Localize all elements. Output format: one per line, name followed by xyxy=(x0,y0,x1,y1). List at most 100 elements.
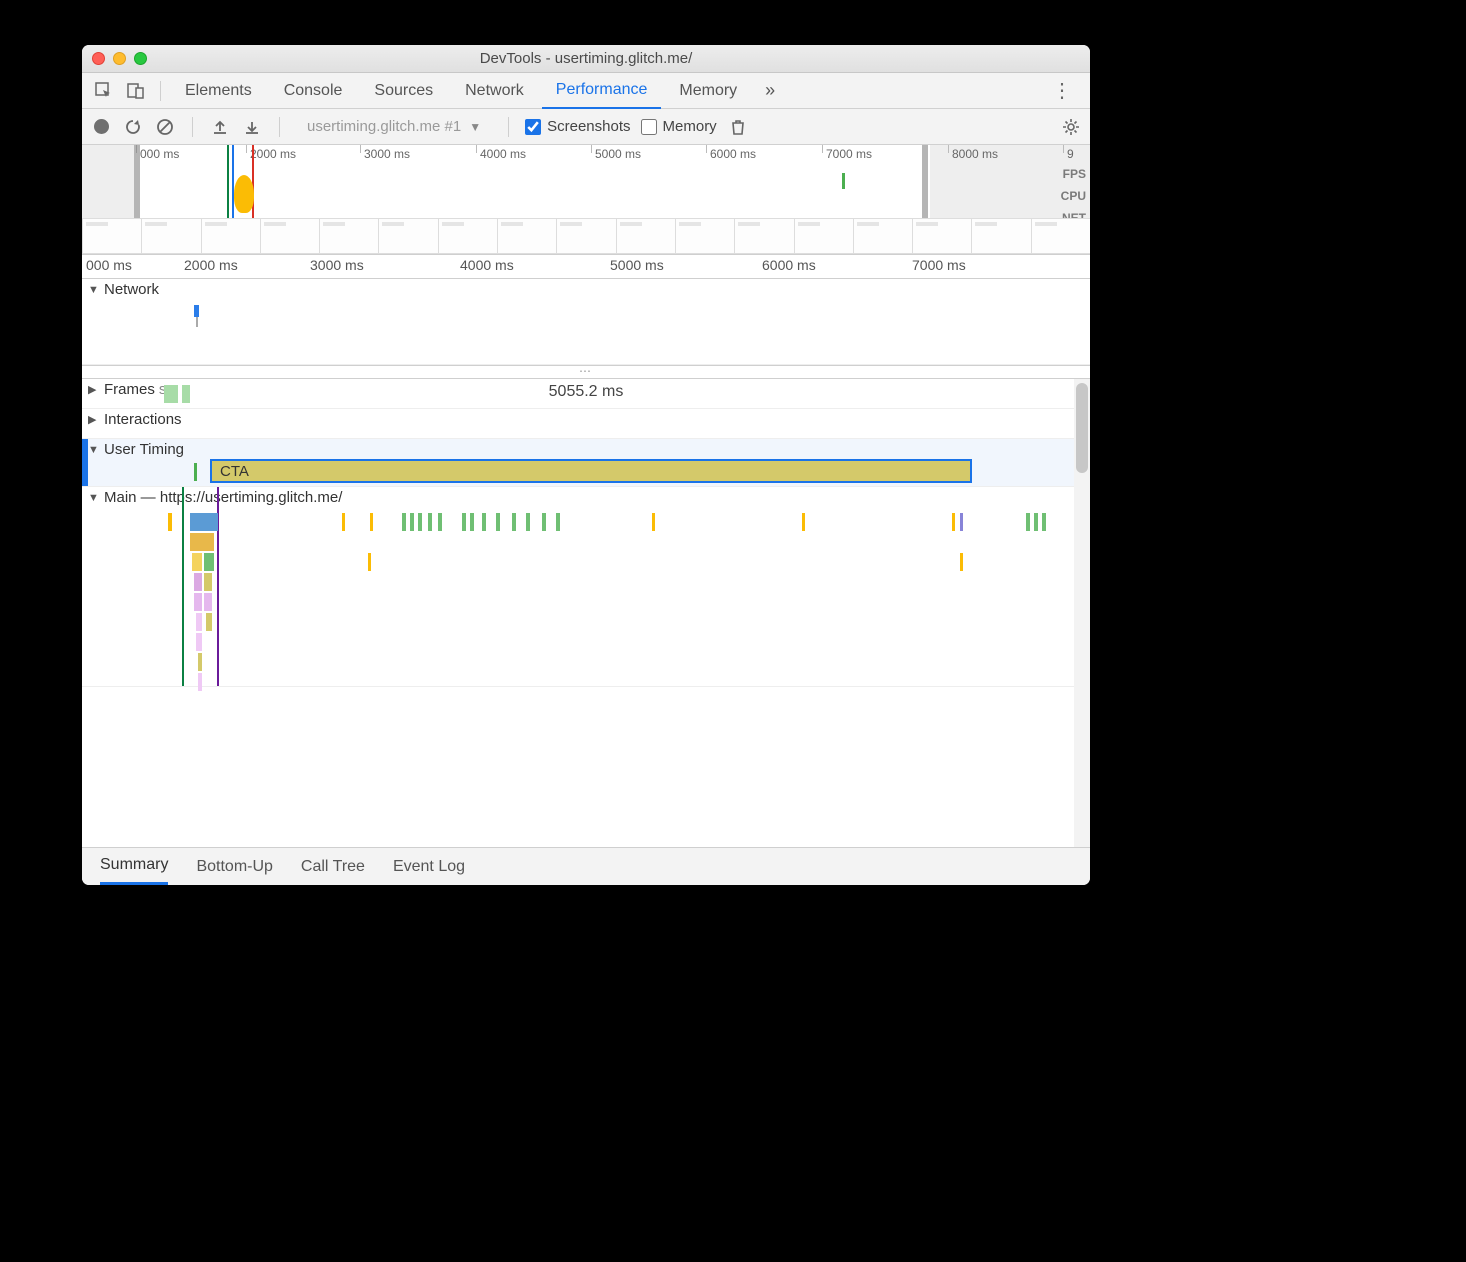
profile-selector[interactable]: usertiming.glitch.me #1 ▼ xyxy=(296,115,492,138)
task-bar[interactable] xyxy=(168,513,172,531)
task-bar[interactable] xyxy=(960,553,963,571)
tab-event-log[interactable]: Event Log xyxy=(393,848,465,885)
tab-sources[interactable]: Sources xyxy=(360,73,447,109)
filmstrip-thumb[interactable] xyxy=(971,218,1031,254)
detail-ruler[interactable]: 000 ms 2000 ms 3000 ms 4000 ms 5000 ms 6… xyxy=(82,255,1090,279)
task-bar[interactable] xyxy=(526,513,530,531)
task-bar[interactable] xyxy=(1026,513,1030,531)
tab-bottom-up[interactable]: Bottom-Up xyxy=(196,848,272,885)
filmstrip-thumb[interactable] xyxy=(675,218,735,254)
load-profile-button[interactable] xyxy=(209,116,231,138)
filmstrip-thumb[interactable] xyxy=(82,218,142,254)
filmstrip-thumb[interactable] xyxy=(616,218,676,254)
task-bar[interactable] xyxy=(194,593,202,611)
more-tabs-button[interactable]: » xyxy=(755,80,785,101)
task-bar[interactable] xyxy=(1042,513,1046,531)
timing-mark[interactable] xyxy=(194,463,197,481)
task-bar[interactable] xyxy=(368,553,371,571)
task-bar[interactable] xyxy=(418,513,422,531)
main-thread-section[interactable]: ▼ Main — https://usertiming.glitch.me/ xyxy=(82,487,1090,687)
task-bar[interactable] xyxy=(402,513,406,531)
scrollbar-thumb[interactable] xyxy=(1076,383,1088,473)
task-bar[interactable] xyxy=(190,533,214,551)
filmstrip-thumb[interactable] xyxy=(319,218,379,254)
filmstrip-thumb[interactable] xyxy=(794,218,854,254)
resizer[interactable]: ⋯ xyxy=(82,365,1090,379)
network-request-bar[interactable] xyxy=(196,317,198,327)
save-profile-button[interactable] xyxy=(241,116,263,138)
filmstrip-thumb[interactable] xyxy=(497,218,557,254)
clear-button[interactable] xyxy=(154,116,176,138)
tab-performance[interactable]: Performance xyxy=(542,73,662,109)
task-bar[interactable] xyxy=(428,513,432,531)
vertical-scrollbar[interactable] xyxy=(1074,379,1090,847)
filmstrip-thumb[interactable] xyxy=(734,218,794,254)
task-bar[interactable] xyxy=(556,513,560,531)
device-mode-icon[interactable] xyxy=(122,77,150,105)
tab-network[interactable]: Network xyxy=(451,73,538,109)
inspect-icon[interactable] xyxy=(90,77,118,105)
task-bar[interactable] xyxy=(206,613,212,631)
screenshots-input[interactable] xyxy=(525,119,541,135)
task-bar[interactable] xyxy=(482,513,486,531)
task-bar[interactable] xyxy=(204,593,212,611)
tab-call-tree[interactable]: Call Tree xyxy=(301,848,365,885)
reload-record-button[interactable] xyxy=(122,116,144,138)
user-timing-section[interactable]: ▼ User Timing CTA xyxy=(82,439,1090,487)
filmstrip-thumb[interactable] xyxy=(141,218,201,254)
kebab-menu-icon[interactable]: ⋮ xyxy=(1042,78,1082,103)
filmstrip-thumb[interactable] xyxy=(853,218,913,254)
record-button[interactable] xyxy=(90,116,112,138)
task-bar[interactable] xyxy=(198,653,202,671)
task-bar[interactable] xyxy=(190,513,218,531)
tab-memory[interactable]: Memory xyxy=(665,73,751,109)
filmstrip-thumb[interactable] xyxy=(912,218,972,254)
task-bar[interactable] xyxy=(198,673,202,691)
cta-timing-bar[interactable]: CTA xyxy=(210,459,972,483)
user-timing-header[interactable]: ▼ User Timing xyxy=(82,439,1090,460)
task-bar[interactable] xyxy=(512,513,516,531)
filmstrip-thumb[interactable] xyxy=(201,218,261,254)
task-bar[interactable] xyxy=(410,513,414,531)
task-bar[interactable] xyxy=(802,513,805,531)
screenshots-checkbox[interactable]: Screenshots xyxy=(525,118,630,135)
tab-summary[interactable]: Summary xyxy=(100,848,168,885)
task-bar[interactable] xyxy=(192,553,202,571)
filmstrip-thumb[interactable] xyxy=(556,218,616,254)
filmstrip-thumb[interactable] xyxy=(438,218,498,254)
task-bar[interactable] xyxy=(204,573,212,591)
task-bar[interactable] xyxy=(470,513,474,531)
collect-garbage-button[interactable] xyxy=(727,116,749,138)
task-bar[interactable] xyxy=(438,513,442,531)
filmstrip-thumb[interactable] xyxy=(260,218,320,254)
settings-gear-icon[interactable] xyxy=(1060,116,1082,138)
filmstrip-thumb[interactable] xyxy=(378,218,438,254)
memory-checkbox[interactable]: Memory xyxy=(641,118,717,135)
task-bar[interactable] xyxy=(652,513,655,531)
tab-console[interactable]: Console xyxy=(270,73,357,109)
network-section[interactable]: ▼ Network xyxy=(82,279,1090,365)
network-request-bar[interactable] xyxy=(194,305,199,317)
task-bar[interactable] xyxy=(542,513,546,531)
task-bar[interactable] xyxy=(370,513,373,531)
interactions-header[interactable]: ▶ Interactions xyxy=(82,409,1090,430)
task-bar[interactable] xyxy=(960,513,963,531)
filmstrip-thumb[interactable] xyxy=(1031,218,1090,254)
task-bar[interactable] xyxy=(952,513,955,531)
overview-timeline[interactable]: 000 ms 2000 ms 3000 ms 4000 ms 5000 ms 6… xyxy=(82,145,1090,255)
main-header[interactable]: ▼ Main — https://usertiming.glitch.me/ xyxy=(82,487,1090,508)
memory-input[interactable] xyxy=(641,119,657,135)
tab-elements[interactable]: Elements xyxy=(171,73,266,109)
interactions-section[interactable]: ▶ Interactions xyxy=(82,409,1090,439)
task-bar[interactable] xyxy=(194,573,202,591)
filmstrip[interactable] xyxy=(82,218,1090,254)
task-bar[interactable] xyxy=(462,513,466,531)
task-bar[interactable] xyxy=(1034,513,1038,531)
task-bar[interactable] xyxy=(196,613,202,631)
task-bar[interactable] xyxy=(496,513,500,531)
task-bar[interactable] xyxy=(204,553,214,571)
frames-section[interactable]: ▶ Frames s 5055.2 ms xyxy=(82,379,1090,409)
task-bar[interactable] xyxy=(196,633,202,651)
task-bar[interactable] xyxy=(342,513,345,531)
network-header[interactable]: ▼ Network xyxy=(82,279,1090,300)
